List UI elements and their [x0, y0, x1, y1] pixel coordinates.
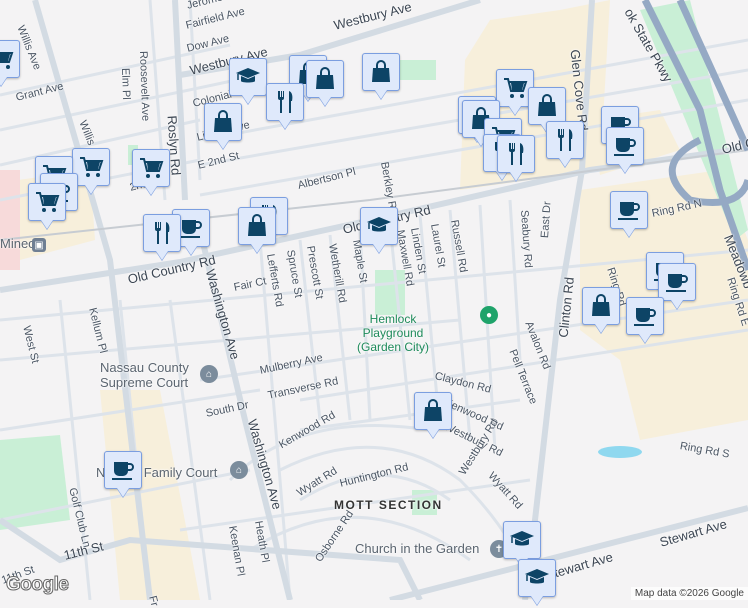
place-label-supreme-court[interactable]: Nassau County Supreme Court	[100, 360, 200, 390]
place-label-hemlock-playground[interactable]: Hemlock Playground (Garden City)	[348, 312, 438, 354]
coffee-cup-icon	[618, 202, 640, 220]
street-label: East Dr	[539, 200, 554, 239]
shopping-bag-icon	[316, 67, 334, 89]
fork-knife-icon	[155, 222, 170, 244]
shopping-cart-icon	[80, 157, 104, 177]
fork-knife-icon	[558, 129, 573, 151]
fork-knife-icon	[278, 91, 293, 113]
shopping-bag-icon	[214, 110, 232, 132]
courthouse-icon[interactable]: ⌂	[200, 365, 218, 383]
restaurant-marker[interactable]	[143, 214, 181, 252]
restaurant-marker[interactable]	[497, 135, 535, 173]
google-logo[interactable]: Google	[5, 574, 69, 596]
coffee-cup-icon	[666, 274, 688, 292]
cafe-marker[interactable]	[626, 297, 664, 335]
shopping-cart-icon	[0, 52, 14, 69]
shopping-marker[interactable]	[414, 392, 452, 430]
street-label: Elm Pl	[119, 67, 133, 100]
shopping-marker[interactable]	[582, 287, 620, 325]
cafe-marker[interactable]	[658, 263, 696, 301]
cafe-marker[interactable]	[104, 451, 142, 489]
pond	[598, 446, 642, 458]
shopping-cart-icon	[140, 158, 164, 178]
street-label: Fr	[146, 594, 161, 608]
school-marker[interactable]	[229, 58, 267, 96]
restaurant-marker[interactable]	[546, 121, 584, 159]
cafe-marker[interactable]	[606, 127, 644, 165]
place-label-church[interactable]: Church in the Garden	[355, 541, 479, 556]
graduation-cap-icon	[367, 217, 391, 232]
train-station-icon[interactable]: ▣	[32, 238, 46, 252]
neighborhood-label: MOTT SECTION	[334, 498, 443, 512]
shopping-marker[interactable]	[204, 103, 242, 141]
street-label: Roosevelt Ave	[137, 50, 152, 122]
shopping-marker[interactable]	[362, 53, 400, 91]
grocery-store-marker[interactable]	[0, 40, 20, 78]
coffee-cup-icon	[180, 220, 202, 238]
shopping-bag-icon	[424, 399, 442, 421]
shopping-marker[interactable]	[528, 87, 566, 125]
map-attribution[interactable]: Map data ©2026 Google	[630, 587, 748, 600]
coffee-cup-icon	[112, 462, 134, 480]
school-marker[interactable]	[518, 559, 556, 597]
shopping-bag-icon	[248, 214, 266, 236]
courthouse-icon[interactable]: ⌂	[230, 461, 248, 479]
grocery-store-marker[interactable]	[132, 149, 170, 187]
coffee-cup-icon	[614, 138, 636, 156]
cafe-marker[interactable]	[610, 191, 648, 229]
shopping-marker[interactable]	[238, 207, 276, 245]
graduation-cap-icon	[510, 531, 534, 546]
shopping-bag-icon	[538, 94, 556, 116]
coffee-cup-icon	[634, 308, 656, 326]
hospital-area	[0, 170, 20, 270]
graduation-cap-icon	[525, 569, 549, 584]
shopping-bag-icon	[592, 294, 610, 316]
shopping-cart-icon	[36, 192, 60, 212]
restaurant-marker[interactable]	[266, 83, 304, 121]
shopping-cart-icon	[504, 78, 528, 98]
shopping-marker[interactable]	[306, 60, 344, 98]
school-marker[interactable]	[503, 521, 541, 559]
graduation-cap-icon	[236, 68, 260, 83]
shopping-bag-icon	[372, 60, 390, 82]
fork-knife-icon	[509, 143, 524, 165]
grocery-store-marker[interactable]	[28, 183, 66, 221]
park-pin-icon[interactable]: ●	[480, 306, 498, 324]
school-marker[interactable]	[360, 207, 398, 245]
